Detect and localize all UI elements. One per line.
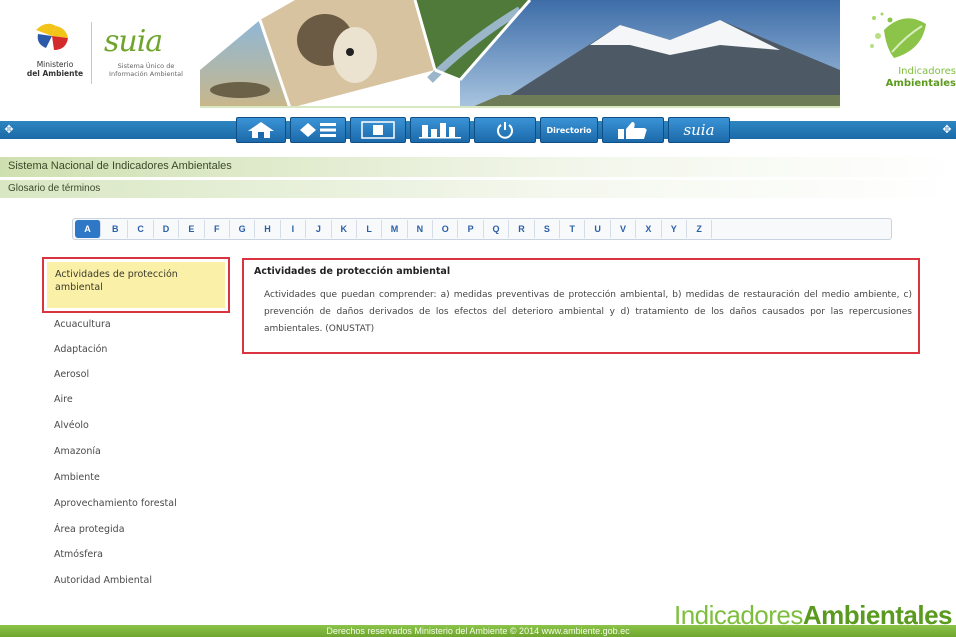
letter-k[interactable]: K — [332, 220, 357, 238]
indicadores-leaf-logo[interactable]: Indicadores Ambientales — [850, 10, 956, 100]
term-item[interactable]: Alvéolo — [54, 420, 89, 431]
letter-g[interactable]: G — [230, 220, 256, 238]
header: Ministerio del Ambiente suia Sistema Úni… — [0, 0, 956, 110]
term-item[interactable]: Autoridad Ambiental — [54, 575, 152, 586]
letter-u[interactable]: U — [585, 220, 611, 238]
letter-n[interactable]: N — [408, 220, 434, 238]
directorio-label: Directorio — [546, 125, 592, 135]
term-item[interactable]: Amazonía — [54, 446, 101, 457]
thumbs-up-icon — [618, 122, 647, 139]
letter-m[interactable]: M — [382, 220, 408, 238]
letter-r[interactable]: R — [509, 220, 535, 238]
letter-y[interactable]: Y — [662, 220, 687, 238]
letter-a[interactable]: A — [75, 220, 101, 238]
list-icon — [300, 123, 336, 137]
home-icon — [248, 122, 274, 138]
letter-f[interactable]: F — [205, 220, 230, 238]
like-button[interactable] — [602, 117, 664, 143]
definition-panel: Actividades de protección ambiental Acti… — [242, 258, 920, 354]
home-button[interactable] — [236, 117, 286, 143]
term-item[interactable]: Área protegida — [54, 524, 125, 535]
indicators-list-button[interactable] — [290, 117, 346, 143]
letter-s[interactable]: S — [535, 220, 561, 238]
letter-i[interactable]: I — [281, 220, 307, 238]
ministerio-line1: Ministerio — [36, 60, 74, 69]
letter-h[interactable]: H — [255, 220, 281, 238]
term-item[interactable]: Adaptación — [54, 344, 107, 355]
leaf-logo-line2: Ambientales — [885, 78, 956, 89]
term-item-selected[interactable]: Actividades de protección ambiental — [42, 257, 230, 313]
definition-body: Actividades que puedan comprender: a) me… — [264, 290, 912, 334]
term-item[interactable]: Atmósfera — [54, 549, 103, 560]
suia-logo[interactable]: suia Sistema Único de Información Ambien… — [100, 22, 192, 82]
leaf-icon — [870, 12, 926, 58]
suia-nav-label: suia — [683, 121, 715, 139]
header-photo-collage — [200, 0, 840, 108]
letter-p[interactable]: P — [458, 220, 484, 238]
suia-wordmark: suia — [104, 24, 163, 59]
main-navigation: ✥ ✥ Directorio suia — [0, 115, 956, 145]
term-list: Actividades de protección ambiental Acuac… — [42, 257, 234, 597]
leaf-logo-line1: Indicadores — [898, 66, 956, 77]
letter-c[interactable]: C — [128, 220, 154, 238]
alphabet-filter: ABCDEFGHIJKLMNOPQRSTUVXYZ — [72, 218, 892, 240]
letter-b[interactable]: B — [103, 220, 129, 238]
suia-subtitle: Sistema Único de Información Ambiental — [100, 62, 192, 78]
document-icon — [361, 121, 395, 139]
definition-title: Actividades de protección ambiental — [254, 266, 451, 277]
power-icon — [497, 122, 513, 139]
ministerio-text: Ministerio del Ambiente — [18, 60, 92, 78]
term-item[interactable]: Aerosol — [54, 369, 89, 380]
system-title-bar: Sistema Nacional de Indicadores Ambienta… — [0, 157, 956, 177]
letter-t[interactable]: T — [560, 220, 586, 238]
term-item[interactable]: Acuacultura — [54, 319, 111, 330]
letter-e[interactable]: E — [179, 220, 205, 238]
letter-l[interactable]: L — [357, 220, 383, 238]
info-button[interactable] — [474, 117, 536, 143]
letter-x[interactable]: X — [636, 220, 662, 238]
logo-divider — [91, 22, 92, 84]
term-item-label: Actividades de protección ambiental — [47, 262, 225, 308]
page: Ministerio del Ambiente suia Sistema Úni… — [0, 0, 956, 637]
letter-j[interactable]: J — [306, 220, 332, 238]
nav-corner-left-icon: ✥ — [4, 123, 14, 136]
nav-corner-right-icon: ✥ — [942, 123, 952, 136]
letter-z[interactable]: Z — [687, 220, 713, 238]
ministerio-flag-icon — [36, 23, 68, 50]
term-item[interactable]: Aprovechamiento forestal — [54, 498, 177, 509]
section-title-bar: Glosario de términos — [0, 180, 956, 198]
letter-q[interactable]: Q — [484, 220, 510, 238]
letter-v[interactable]: V — [611, 220, 637, 238]
section-title: Glosario de términos — [8, 183, 101, 194]
documents-button[interactable] — [350, 117, 406, 143]
system-title: Sistema Nacional de Indicadores Ambienta… — [8, 160, 232, 172]
suia-sub1: Sistema Único de — [117, 62, 175, 70]
ministerio-logo[interactable]: Ministerio del Ambiente — [18, 16, 88, 86]
statistics-button[interactable] — [410, 117, 470, 143]
directorio-button[interactable]: Directorio — [540, 117, 598, 143]
footer-bar: Derechos reservados Ministerio del Ambie… — [0, 625, 956, 637]
footer-copyright: Derechos reservados Ministerio del Ambie… — [326, 626, 630, 636]
suia-nav-button[interactable]: suia — [668, 117, 730, 143]
term-item[interactable]: Aire — [54, 394, 73, 405]
term-item[interactable]: Ambiente — [54, 472, 100, 483]
ministerio-line2: del Ambiente — [26, 69, 84, 78]
suia-sub2: Información Ambiental — [109, 70, 183, 78]
letter-o[interactable]: O — [433, 220, 459, 238]
letter-d[interactable]: D — [154, 220, 180, 238]
chart-icon — [419, 123, 461, 139]
